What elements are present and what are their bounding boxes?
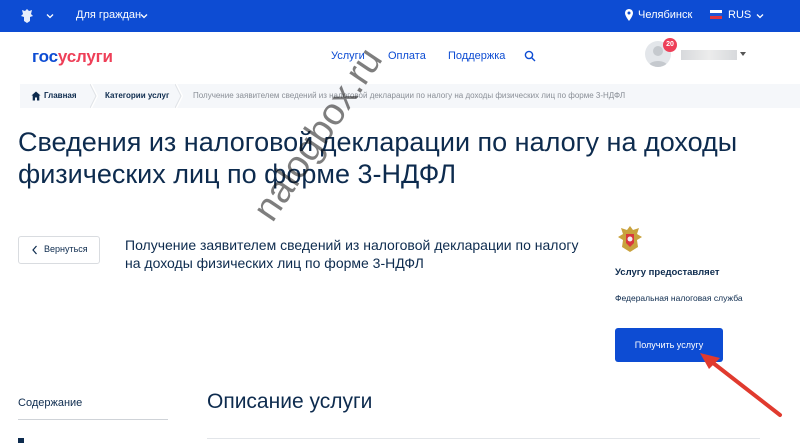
russia-flag-icon xyxy=(710,10,722,19)
red-arrow-annotation-icon xyxy=(700,353,782,417)
contents-divider xyxy=(18,419,168,420)
service-title: Получение заявителем сведений из налогов… xyxy=(125,237,579,271)
back-button-label: Вернуться xyxy=(44,244,88,254)
user-name-blurred[interactable] xyxy=(681,50,737,60)
chevron-left-icon xyxy=(32,245,37,255)
language-selector[interactable]: RUS xyxy=(728,9,751,21)
breadcrumb: Главная Категории услуг Получение заявит… xyxy=(20,84,800,108)
breadcrumb-separator-icon xyxy=(90,84,98,108)
top-bar: Для граждан Челябинск RUS xyxy=(0,0,800,32)
location-pin-icon xyxy=(625,9,633,21)
search-icon[interactable] xyxy=(524,50,536,62)
breadcrumb-home[interactable]: Главная xyxy=(44,84,77,108)
city-selector[interactable]: Челябинск xyxy=(638,9,692,21)
breadcrumb-current: Получение заявителем сведений из налогов… xyxy=(193,91,626,100)
breadcrumb-categories[interactable]: Категории услуг xyxy=(105,84,169,108)
back-button[interactable]: Вернуться xyxy=(18,236,100,264)
coat-of-arms-icon[interactable] xyxy=(18,7,36,25)
description-title: Описание услуги xyxy=(207,390,373,413)
main-header: госуслуги Услуги Оплата Поддержка xyxy=(0,32,800,80)
list-marker xyxy=(18,438,24,443)
chevron-down-icon[interactable] xyxy=(756,12,764,20)
chevron-down-icon[interactable] xyxy=(46,12,54,20)
home-icon[interactable] xyxy=(31,91,41,101)
notifications-badge[interactable]: 20 xyxy=(663,38,677,52)
audience-selector[interactable]: Для граждан xyxy=(76,9,141,21)
page-title: Сведения из налоговой декларации по нало… xyxy=(18,127,738,189)
gosuslugi-logo[interactable]: госуслуги xyxy=(32,47,113,67)
logo-part-uslugi: услуги xyxy=(57,47,113,66)
logo-part-gos: гос xyxy=(32,47,58,66)
chevron-down-icon[interactable] xyxy=(140,12,148,20)
nav-support[interactable]: Поддержка xyxy=(448,50,505,62)
contents-label[interactable]: Содержание xyxy=(18,397,82,409)
provides-label: Услугу предоставляет xyxy=(615,267,720,278)
breadcrumb-separator-icon xyxy=(175,84,183,108)
description-divider xyxy=(207,438,760,439)
nav-payment[interactable]: Оплата xyxy=(388,50,426,62)
fns-emblem-icon xyxy=(618,226,642,252)
provider-name[interactable]: Федеральная налоговая служба xyxy=(615,293,743,303)
caret-down-icon[interactable] xyxy=(740,52,746,56)
